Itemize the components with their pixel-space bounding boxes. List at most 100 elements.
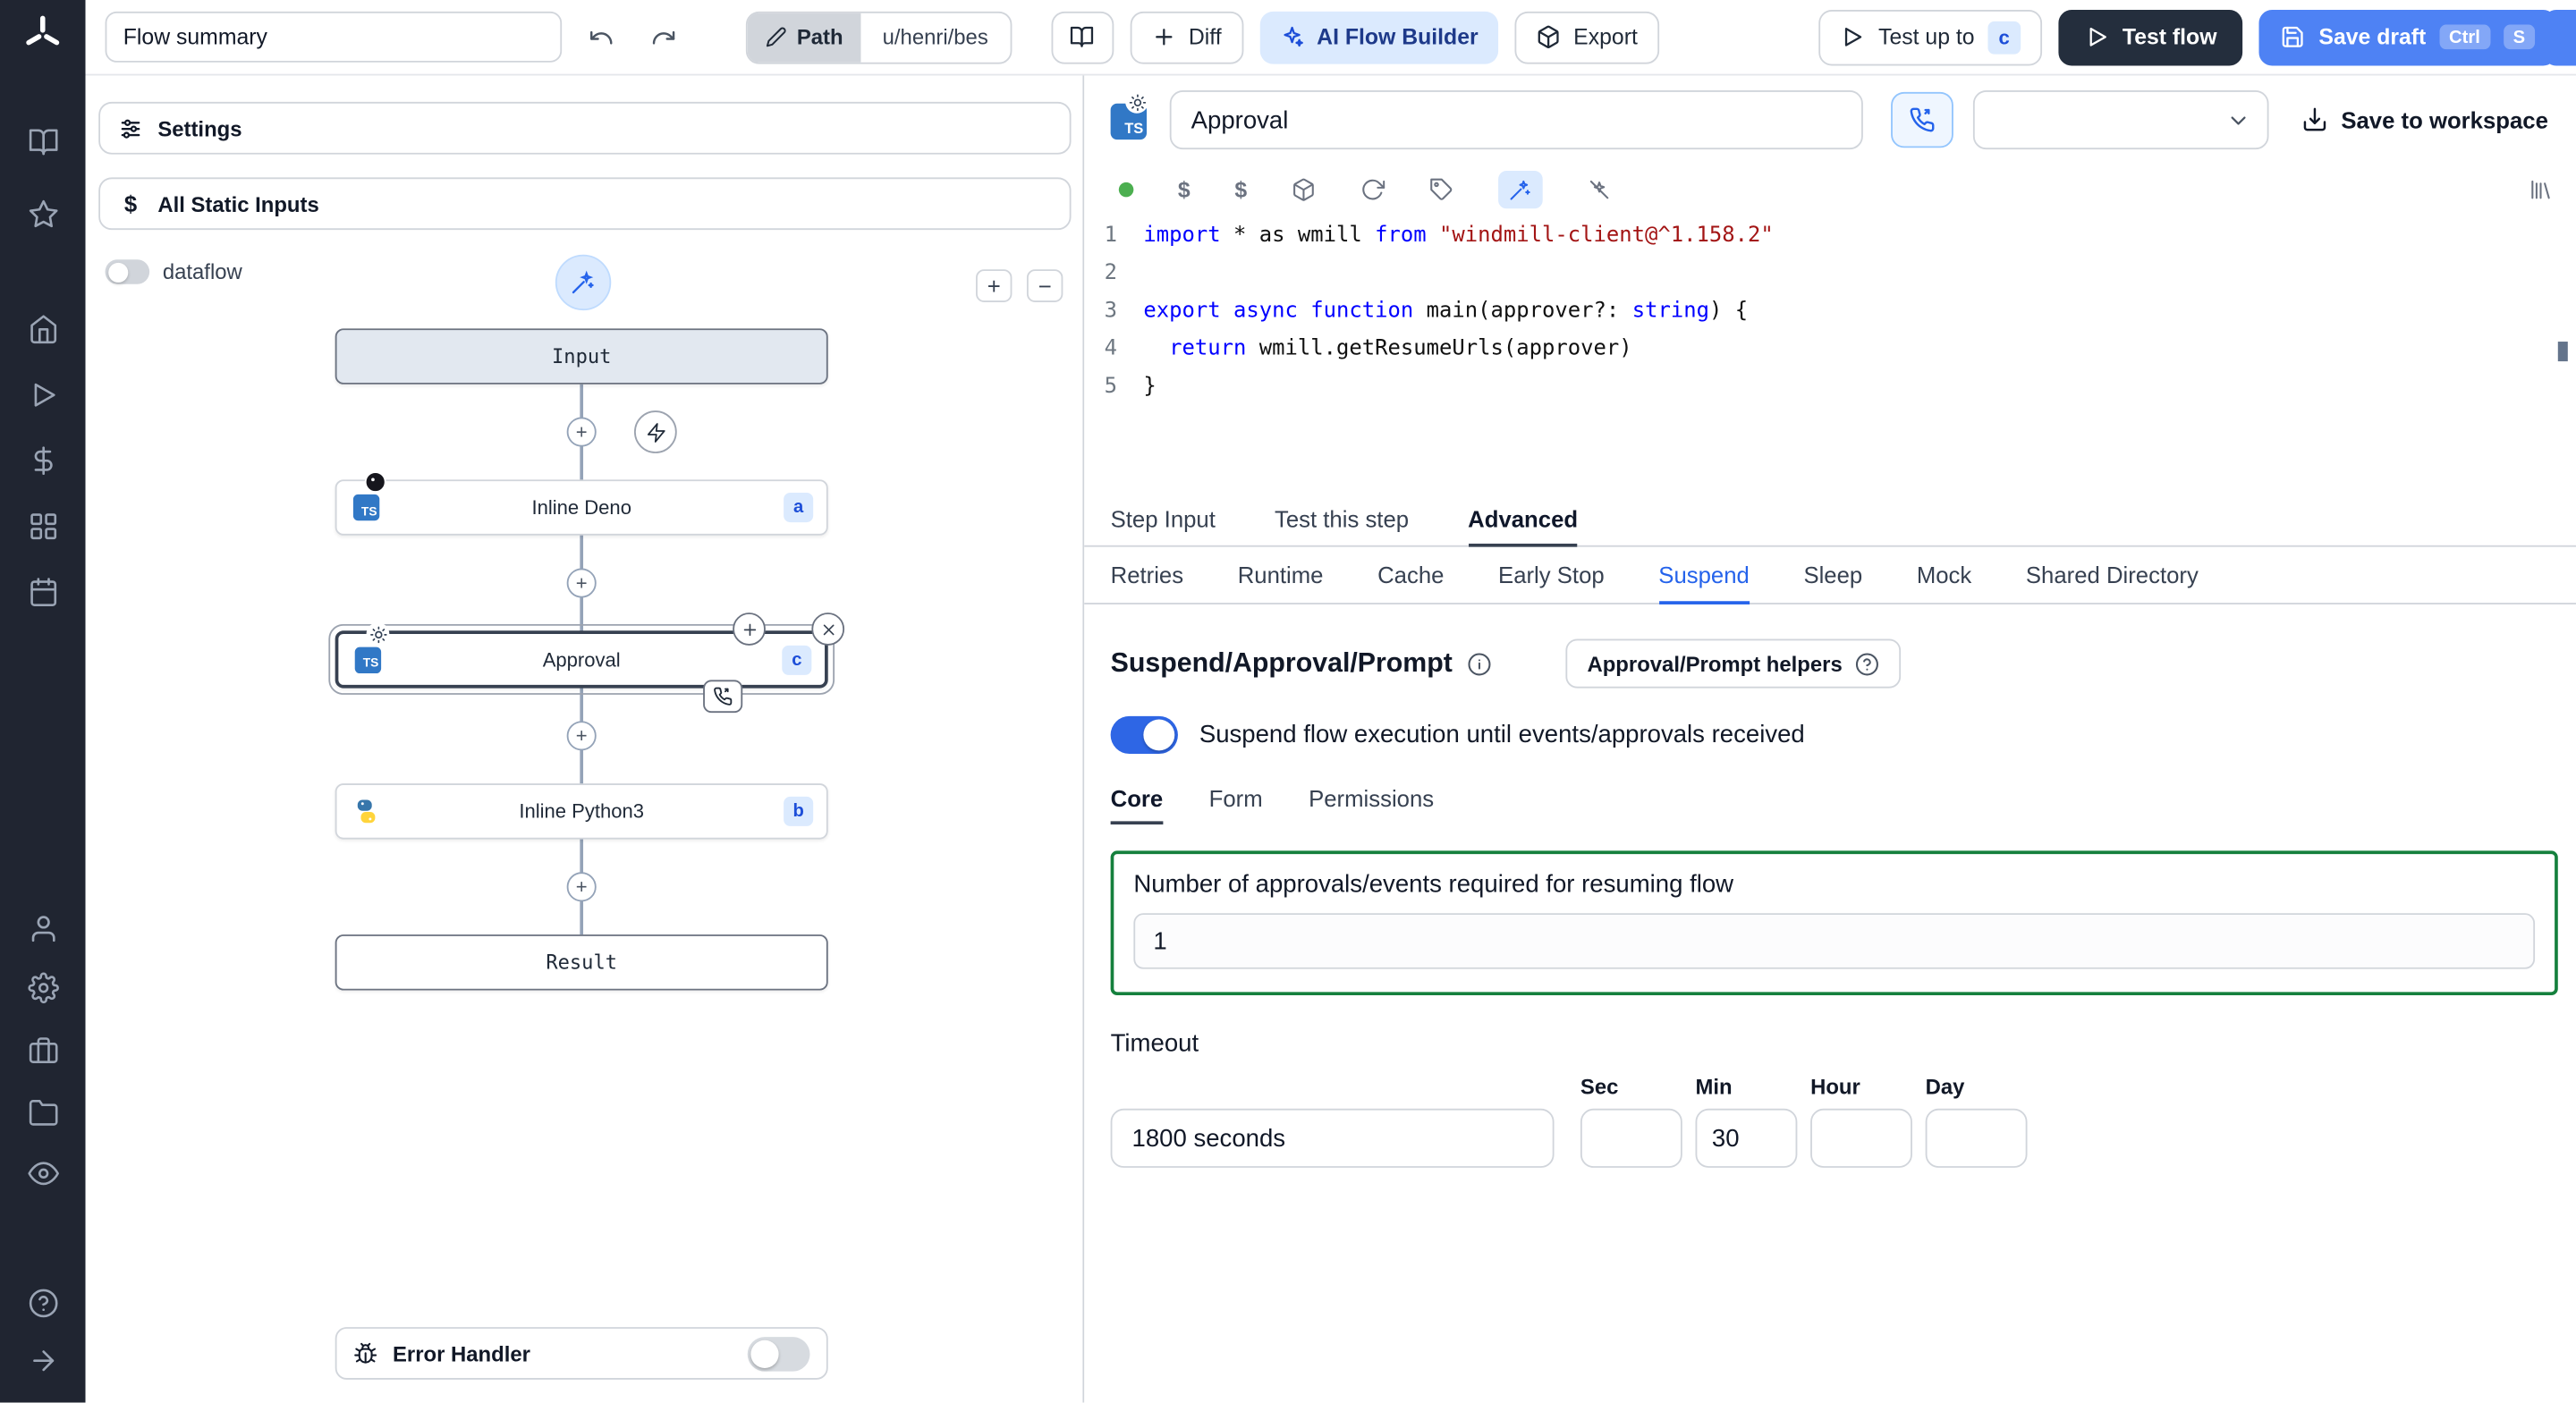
suspend-toggle[interactable] [1110,715,1178,755]
node-add-branch-button[interactable] [733,613,766,646]
min-input[interactable] [1695,1108,1798,1168]
sidebar-item-schedules[interactable] [23,571,63,611]
resources-button[interactable] [1292,176,1317,201]
help-circle-icon [28,1288,57,1317]
flow-node-approval-selected[interactable]: TS Approval c [328,613,845,714]
suspend-heading: Suspend/Approval/Prompt [1110,647,1453,678]
path-button[interactable]: Path u/henri/bes [745,10,1012,63]
sidebar-item-resources[interactable] [23,506,63,545]
hour-input[interactable] [1810,1108,1912,1168]
tab-sleep[interactable]: Sleep [1803,547,1862,604]
sidebar-item-docs[interactable] [23,122,63,161]
sidebar-collapse-button[interactable] [23,1340,63,1380]
tab-cache[interactable]: Cache [1377,547,1444,604]
tab-runtime[interactable]: Runtime [1238,547,1324,604]
tab-early-stop[interactable]: Early Stop [1498,547,1605,604]
save-draft-label: Save draft [2318,24,2427,50]
flow-node-inline-python[interactable]: Inline Python3 b [335,783,828,840]
timeout-seconds-input[interactable] [1110,1108,1555,1168]
add-step-button-1[interactable]: + [566,417,597,447]
library-panel-button[interactable] [2529,176,2554,201]
book-icon [28,128,57,155]
trigger-button[interactable] [633,410,677,453]
flow-summary-input[interactable] [105,11,563,63]
ai-flow-builder-label: AI Flow Builder [1317,24,1479,50]
dollar-icon: $ [123,190,138,217]
tab-retries[interactable]: Retries [1111,547,1183,604]
flow-settings-button[interactable]: Settings [98,101,1072,155]
script-kind-select[interactable] [1972,90,2269,150]
approval-phone-button[interactable] [1891,91,1953,148]
sidebar-item-home[interactable] [23,308,63,348]
error-handler-box[interactable]: Error Handler [335,1327,828,1380]
sidebar-item-folders[interactable] [23,1092,63,1131]
test-flow-button[interactable]: Test flow [2058,9,2243,65]
phone-call-icon [714,687,733,706]
subtab-permissions[interactable]: Permissions [1309,775,1434,824]
undo-button[interactable] [579,14,624,60]
flow-node-inline-deno[interactable]: TS Inline Deno a [335,471,828,536]
save-icon [2283,26,2304,47]
tab-step-input[interactable]: Step Input [1111,493,1216,547]
deploy-button-partial[interactable] [2543,10,2576,66]
tab-test-this-step[interactable]: Test this step [1275,493,1409,547]
diff-button[interactable]: Diff [1129,10,1243,63]
sidebar-item-users[interactable] [23,909,63,948]
subtab-core[interactable]: Core [1110,775,1164,825]
sec-input[interactable] [1580,1108,1682,1168]
sidebar-item-settings[interactable] [23,968,63,1007]
sidebar-item-variables[interactable] [23,440,63,479]
sidebar-item-favorites[interactable] [23,194,63,233]
ai-assistant-button[interactable] [1498,170,1543,208]
save-to-workspace-button[interactable]: Save to workspace [2301,106,2548,133]
flow-node-input[interactable]: Input [335,328,828,385]
add-step-button-3[interactable]: + [566,721,597,751]
static-inputs-button[interactable]: $ [1234,176,1247,201]
sidebar-item-runs[interactable] [23,375,63,414]
variables-button[interactable]: $ [1178,176,1191,201]
day-input[interactable] [1925,1108,2028,1168]
dataflow-toggle[interactable] [105,259,150,284]
windmill-logo[interactable] [21,13,64,56]
timeout-unit-min: Min [1695,1074,1798,1168]
close-icon [822,623,834,635]
export-button[interactable]: Export [1514,10,1659,63]
approval-prompt-helpers-button[interactable]: Approval/Prompt helpers [1565,638,1902,689]
sidebar-item-audit[interactable] [23,1153,63,1192]
subtab-form[interactable]: Form [1209,775,1263,824]
add-step-button-2[interactable]: + [566,568,597,598]
node-delete-button[interactable] [811,613,845,646]
add-step-button-4[interactable]: + [566,872,597,902]
test-up-to-badge: c [1987,20,2021,54]
hour-label: Hour [1810,1074,1860,1099]
redo-button[interactable] [640,14,686,60]
error-handler-toggle[interactable] [747,1336,810,1371]
ai-off-button[interactable] [1587,176,1612,201]
format-button[interactable] [1429,176,1454,201]
eye-icon [27,1161,59,1185]
sidebar-item-workers[interactable] [23,1030,63,1069]
typescript-icon: TS [352,494,380,521]
approvals-required-input[interactable] [1133,913,2536,969]
ai-graph-assistant-button[interactable] [555,254,612,311]
step-name-input[interactable] [1169,90,1863,150]
info-icon[interactable] [1467,651,1492,676]
test-up-to-button[interactable]: Test up to c [1818,9,2042,65]
all-static-inputs-button[interactable]: $ All Static Inputs [98,177,1072,231]
save-draft-button[interactable]: Save draft Ctrl S [2259,9,2556,65]
tab-suspend[interactable]: Suspend [1658,547,1750,604]
tab-shared-directory[interactable]: Shared Directory [2026,547,2199,604]
ai-flow-builder-button[interactable]: AI Flow Builder [1258,10,1498,63]
sidebar-item-help[interactable] [23,1282,63,1322]
docs-button[interactable] [1050,10,1114,63]
calendar-icon [30,577,56,606]
code-editor[interactable]: 1 import * as wmill from "windmill-client… [1084,214,2576,493]
scrollbar-mark[interactable] [2557,342,2568,362]
tab-advanced[interactable]: Advanced [1468,493,1579,547]
zoom-out-button[interactable]: − [1026,269,1063,302]
page-scale-wrapper: Path u/henri/bes Diff AI Flow Builder Ex… [0,0,2576,1403]
zoom-in-button[interactable]: + [976,269,1013,302]
tab-mock[interactable]: Mock [1917,547,1971,604]
reload-button[interactable] [1360,176,1385,201]
flow-node-result[interactable]: Result [335,934,828,991]
